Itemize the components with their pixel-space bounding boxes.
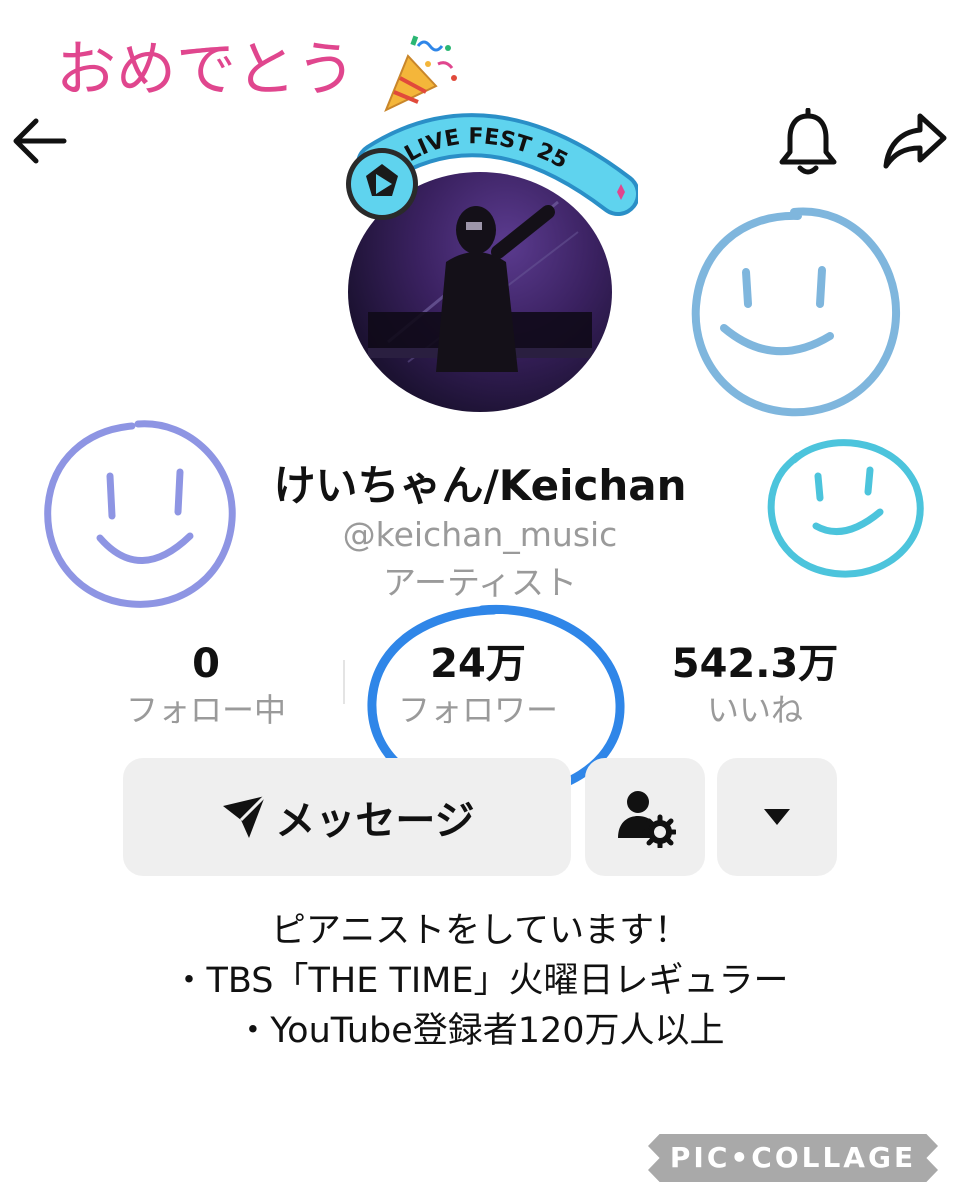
following-count[interactable]: 0 bbox=[106, 638, 306, 690]
share-arrow-icon[interactable] bbox=[880, 110, 950, 172]
profile-category: アーティスト bbox=[382, 563, 578, 602]
bio-line-2: ・TBS「THE TIME」火曜日レギュラー bbox=[171, 961, 789, 1001]
celebration-caption: おめでとう bbox=[56, 35, 356, 105]
send-icon bbox=[223, 794, 267, 838]
user-settings-button[interactable] bbox=[585, 758, 705, 876]
message-button-label: メッセージ bbox=[275, 798, 475, 844]
piccollage-watermark: PIC•COLLAGE bbox=[648, 1134, 938, 1182]
profile-handle: @keichan_music bbox=[342, 515, 618, 554]
followers-label[interactable]: フォロワー bbox=[378, 688, 578, 732]
more-options-button[interactable] bbox=[717, 758, 837, 876]
bio-line-3: ・YouTube登録者120万人以上 bbox=[235, 1011, 725, 1051]
live-fest-badge: LIVE FEST 25 bbox=[346, 113, 638, 220]
profile-name: けいちゃん/Keichan bbox=[273, 461, 687, 510]
message-button[interactable]: メッセージ bbox=[123, 758, 571, 876]
caret-down-icon bbox=[764, 809, 790, 825]
followers-count[interactable]: 24万 bbox=[378, 638, 578, 690]
back-arrow-icon[interactable] bbox=[6, 108, 72, 174]
smiley-doodle-top-right bbox=[691, 207, 901, 417]
following-label[interactable]: フォロー中 bbox=[106, 688, 306, 732]
bell-icon[interactable] bbox=[776, 108, 840, 178]
bio-line-1: ピアニストをしています！ bbox=[270, 911, 690, 951]
stats-divider bbox=[343, 660, 345, 704]
smiley-doodle-right bbox=[767, 439, 924, 578]
party-popper-icon bbox=[384, 35, 457, 113]
user-gear-icon bbox=[618, 791, 676, 848]
likes-label: いいね bbox=[706, 691, 803, 729]
likes-count: 542.3万 bbox=[671, 641, 839, 687]
